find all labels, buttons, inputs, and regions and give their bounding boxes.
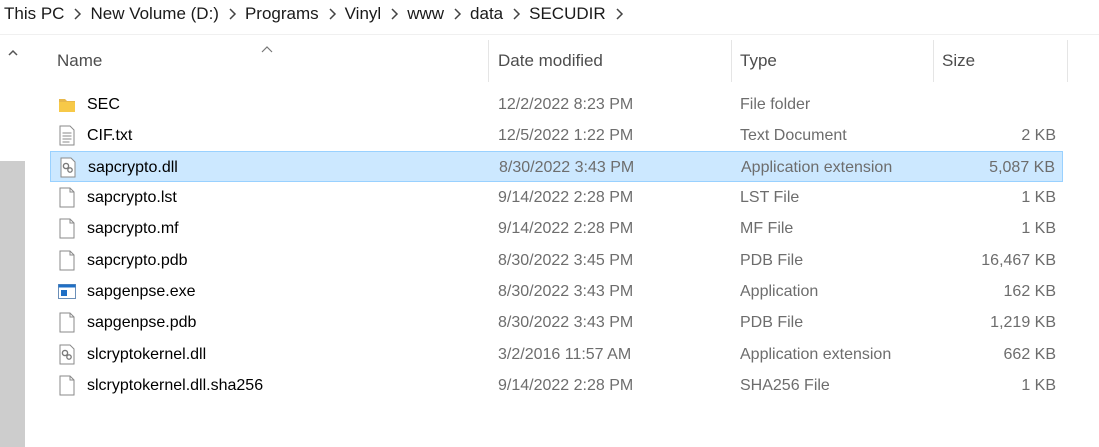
file-date-modified: 8/30/2022 3:45 PM [498,252,634,269]
breadcrumb-item-programs[interactable]: Programs [243,4,321,24]
chevron-right-icon[interactable] [446,4,468,24]
scroll-up-icon[interactable] [6,46,20,60]
file-size: 16,467 KB [981,252,1056,269]
file-date-modified: 8/30/2022 3:43 PM [499,159,635,176]
dll-file-icon [58,344,76,365]
navigation-pane [0,36,25,447]
blank-file-icon [58,218,76,239]
chevron-right-icon[interactable] [321,4,343,24]
file-type: Text Document [740,127,847,144]
file-date-modified: 3/2/2016 11:57 AM [498,346,632,363]
chevron-right-icon[interactable] [221,4,243,24]
file-name: sapcrypto.pdb [87,252,188,269]
file-row-sapcrypto-mf[interactable]: sapcrypto.mf 9/14/2022 2:28 PM MF File 1… [50,213,1063,244]
file-type: SHA256 File [740,377,830,394]
file-row-sapgenpse-exe[interactable]: sapgenpse.exe 8/30/2022 3:43 PM Applicat… [50,276,1063,307]
dll-file-icon [59,157,77,178]
file-name: sapcrypto.lst [87,189,177,206]
file-row-slcryptokernel-dll[interactable]: slcryptokernel.dll 3/2/2016 11:57 AM App… [50,339,1063,370]
file-row-sec[interactable]: SEC 12/2/2022 8:23 PM File folder [50,89,1063,120]
file-row-sapcrypto-dll[interactable]: sapcrypto.dll 8/30/2022 3:43 PM Applicat… [50,151,1063,182]
file-date-modified: 9/14/2022 2:28 PM [498,377,634,394]
column-divider[interactable] [933,40,934,82]
file-name: sapcrypto.dll [88,159,178,176]
column-divider[interactable] [731,40,732,82]
chevron-right-icon[interactable] [505,4,527,24]
breadcrumb-item-this-pc[interactable]: This PC [0,4,66,24]
column-header-name[interactable]: Name [50,40,488,82]
chevron-right-icon[interactable] [383,4,405,24]
file-date-modified: 12/2/2022 8:23 PM [498,96,634,113]
file-size: 1,219 KB [990,314,1056,331]
blank-file-icon [58,312,76,333]
file-row-sapcrypto-pdb[interactable]: sapcrypto.pdb 8/30/2022 3:45 PM PDB File… [50,245,1063,276]
file-size: 1 KB [1021,220,1056,237]
file-date-modified: 9/14/2022 2:28 PM [498,189,634,206]
file-name: CIF.txt [87,127,133,144]
chevron-right-icon[interactable] [66,4,88,24]
breadcrumb-item-data[interactable]: data [468,4,505,24]
text-file-icon [58,125,76,146]
file-type: LST File [740,189,800,206]
column-header-size[interactable]: Size [935,40,1067,82]
breadcrumb-item-new-volume[interactable]: New Volume (D:) [88,4,220,24]
file-name: sapcrypto.mf [87,220,179,237]
file-row-slcryptokernel-sha256[interactable]: slcryptokernel.dll.sha256 9/14/2022 2:28… [50,370,1063,401]
column-divider[interactable] [488,40,489,82]
file-name: slcryptokernel.dll.sha256 [87,377,264,394]
file-row-cif-txt[interactable]: CIF.txt 12/5/2022 1:22 PM Text Document … [50,120,1063,151]
blank-file-icon [58,187,76,208]
file-name: sapgenpse.pdb [87,314,197,331]
blank-file-icon [58,250,76,271]
file-name: sapgenpse.exe [87,283,196,300]
file-date-modified: 9/14/2022 2:28 PM [498,220,634,237]
file-size: 1 KB [1021,189,1056,206]
file-type: MF File [740,220,794,237]
address-bar-divider [0,34,1099,35]
file-size: 1 KB [1021,377,1056,394]
file-size: 662 KB [1003,346,1056,363]
column-header-date-modified[interactable]: Date modified [491,40,731,82]
navigation-pane-scrollbar-thumb[interactable] [0,161,25,447]
folder-icon [58,94,76,115]
file-size: 2 KB [1021,127,1056,144]
column-header-row: Name Date modified Type Size [50,40,1070,82]
file-name: slcryptokernel.dll [87,346,207,363]
chevron-right-icon[interactable] [608,4,630,24]
breadcrumb-item-secudir[interactable]: SECUDIR [527,4,608,24]
file-name: SEC [87,96,120,113]
file-date-modified: 12/5/2022 1:22 PM [498,127,634,144]
file-type: PDB File [740,314,804,331]
column-divider[interactable] [1067,40,1068,82]
breadcrumb-item-www[interactable]: www [405,4,446,24]
column-header-type[interactable]: Type [733,40,933,82]
file-type: File folder [740,96,811,113]
file-row-sapcrypto-lst[interactable]: sapcrypto.lst 9/14/2022 2:28 PM LST File… [50,182,1063,213]
exe-file-icon [58,281,76,302]
file-type: Application [740,283,819,300]
blank-file-icon [58,375,76,396]
file-row-sapgenpse-pdb[interactable]: sapgenpse.pdb 8/30/2022 3:43 PM PDB File… [50,307,1063,338]
breadcrumb: This PC New Volume (D:) Programs Vinyl w… [0,0,1099,28]
file-type: Application extension [740,346,892,363]
breadcrumb-item-vinyl[interactable]: Vinyl [343,4,384,24]
file-date-modified: 8/30/2022 3:43 PM [498,283,634,300]
file-type: PDB File [740,252,804,269]
file-date-modified: 8/30/2022 3:43 PM [498,314,634,331]
file-type: Application extension [741,159,893,176]
file-size: 5,087 KB [989,159,1055,176]
file-size: 162 KB [1003,283,1056,300]
